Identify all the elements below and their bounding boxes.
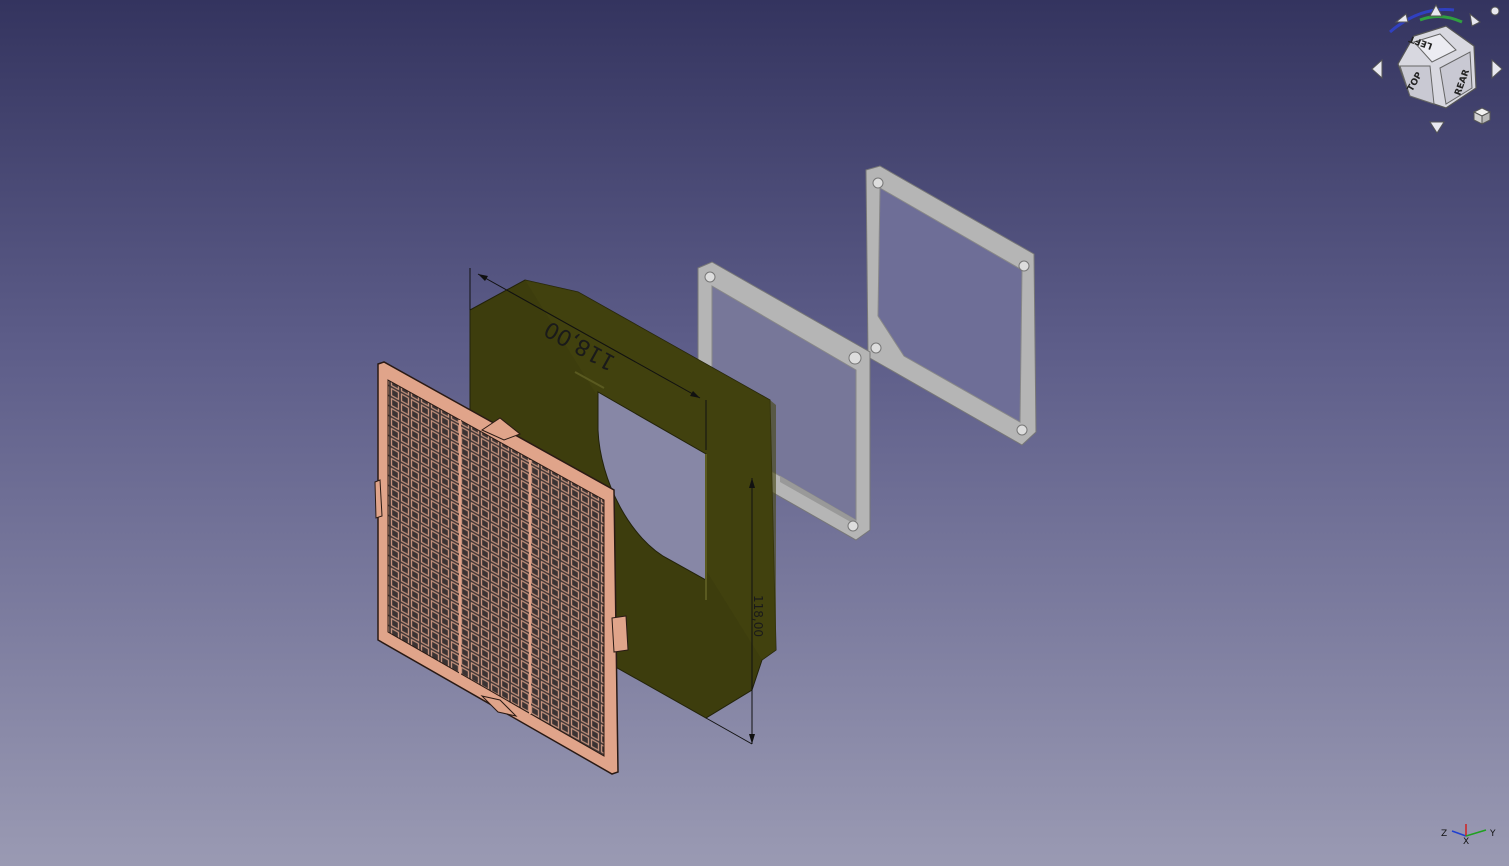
axis-y-line bbox=[1465, 829, 1487, 837]
3d-viewport[interactable]: 118,00 118,00 LEFT TOP REAR Z X Y bbox=[0, 0, 1509, 866]
axis-x-label: X bbox=[1463, 837, 1469, 847]
axis-z-line bbox=[1451, 830, 1467, 837]
axis-cross: Z X Y bbox=[1441, 824, 1496, 847]
axis-z-label: Z bbox=[1441, 829, 1447, 839]
axis-y-label: Y bbox=[1489, 829, 1496, 839]
